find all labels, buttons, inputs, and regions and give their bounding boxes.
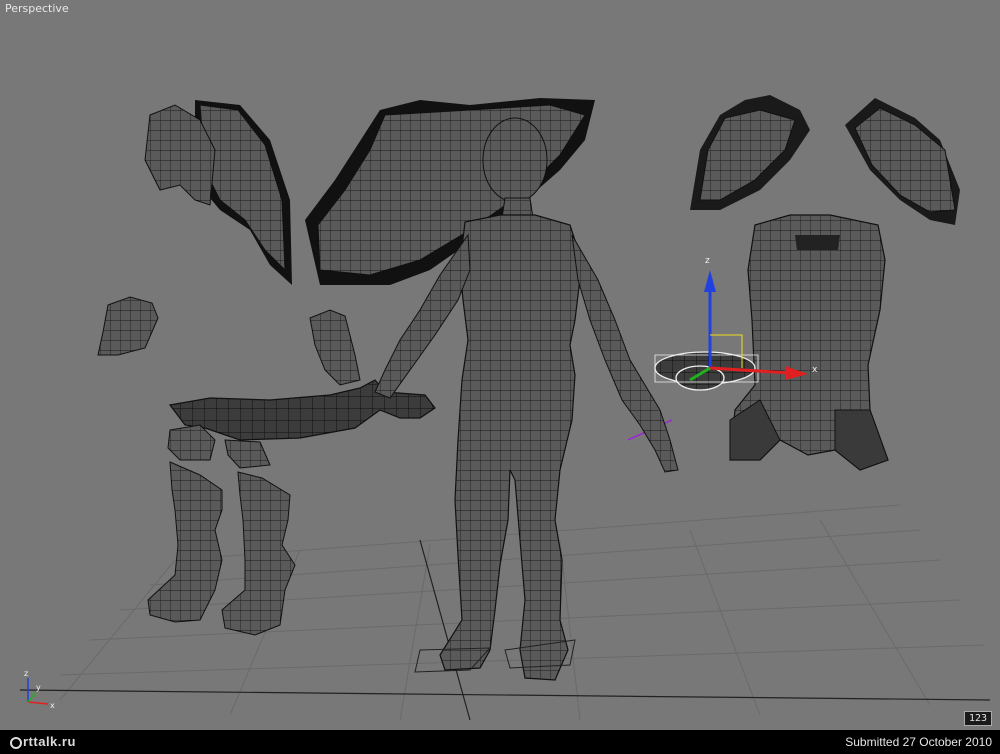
logo-text: rttalk.ru bbox=[23, 734, 76, 749]
gizmo-label-z: z bbox=[705, 256, 710, 266]
scene-canvas[interactable]: z x z x y bbox=[0, 0, 1000, 730]
site-logo: rttalk.ru bbox=[10, 734, 76, 749]
wing-left-mesh[interactable] bbox=[144, 100, 292, 285]
logo-ring-icon bbox=[10, 737, 22, 749]
bracer-right-mesh[interactable] bbox=[309, 309, 361, 386]
world-axis-label-y: y bbox=[36, 683, 41, 692]
grid-center-line-x bbox=[19, 689, 991, 701]
bracer-left-mesh[interactable] bbox=[97, 296, 159, 356]
shoulder-pad-left-mesh[interactable] bbox=[690, 95, 810, 210]
gizmo-label-x: x bbox=[812, 365, 818, 375]
world-axis-label-z: z bbox=[24, 669, 28, 678]
viewport-badge: 123 bbox=[963, 711, 992, 726]
world-axis-label-x: x bbox=[50, 701, 55, 710]
torso-armor-mesh[interactable] bbox=[729, 214, 889, 471]
footer-bar: rttalk.ru Submitted 27 October 2010 bbox=[0, 730, 1000, 754]
submission-date: Submitted 27 October 2010 bbox=[845, 735, 992, 749]
boot-left-mesh[interactable] bbox=[147, 461, 223, 623]
shoulder-pad-right-mesh[interactable] bbox=[845, 98, 960, 225]
perspective-viewport[interactable]: Perspective z x z x y 123 bbox=[0, 0, 1000, 730]
world-axis-icon: z x y bbox=[24, 669, 55, 710]
boot-right-mesh[interactable] bbox=[221, 471, 296, 636]
